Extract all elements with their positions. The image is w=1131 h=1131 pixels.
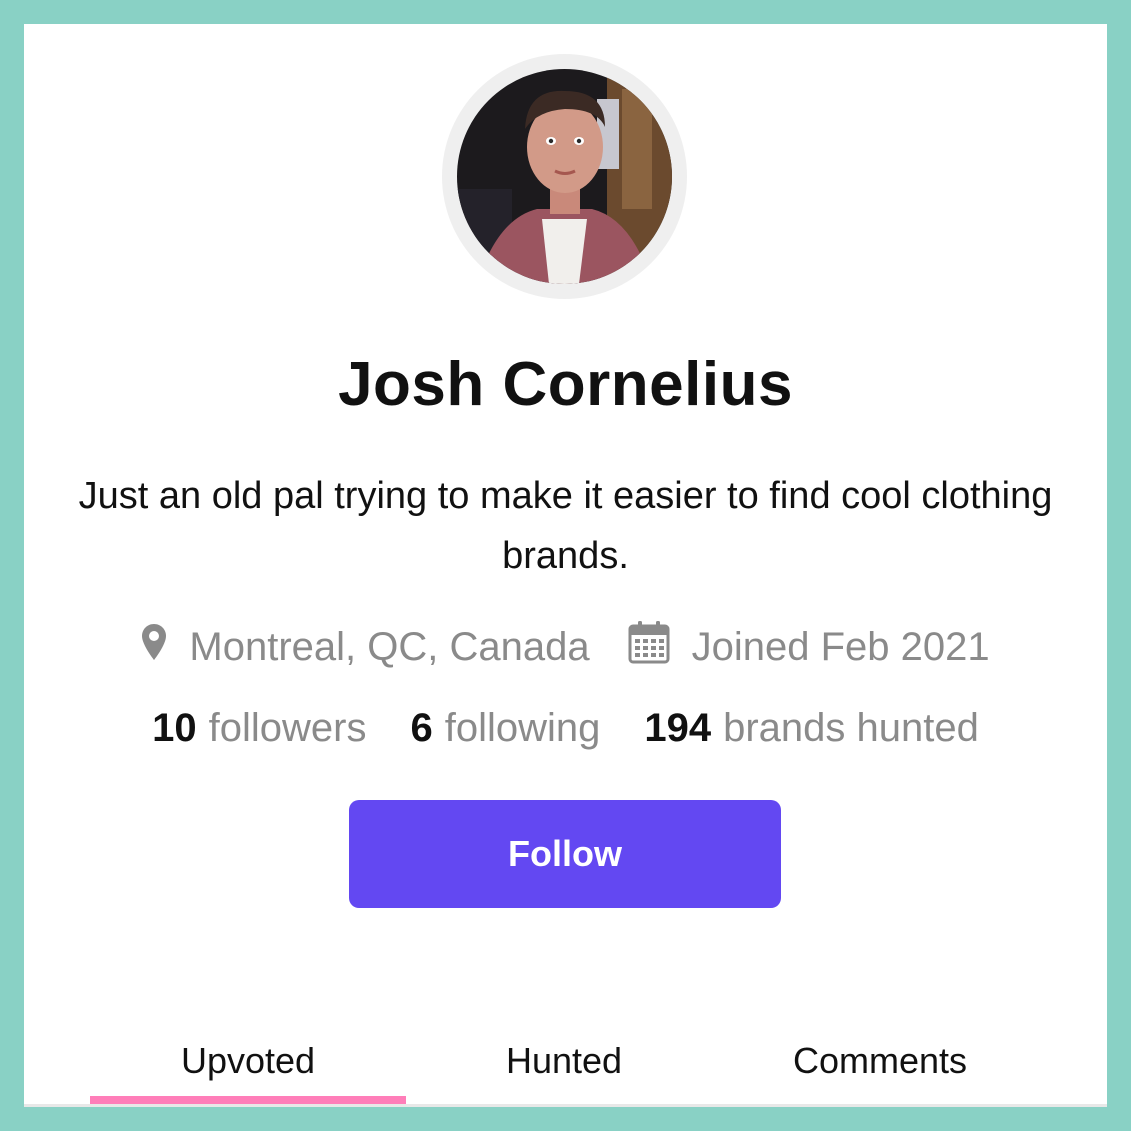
location-item: Montreal, QC, Canada (141, 623, 590, 671)
avatar[interactable] (457, 69, 672, 284)
map-pin-icon (141, 623, 167, 671)
tab-upvoted-label: Upvoted (180, 1040, 316, 1081)
profile-name: Josh Cornelius (338, 350, 793, 419)
brands-hunted-label: brands hunted (723, 706, 979, 750)
tab-hunted-label: Hunted (505, 1040, 623, 1081)
profile-tabs: Upvoted Hunted Comments (24, 1036, 1107, 1107)
followers-label: followers (208, 706, 367, 750)
profile-meta: Montreal, QC, Canada Joined Feb 2021 (24, 620, 1107, 674)
brands-hunted-count: 194 (644, 706, 712, 750)
profile-card: Josh Cornelius Just an old pal trying to… (24, 24, 1107, 1107)
followers-stat[interactable]: 10 followers (152, 706, 366, 751)
active-tab-indicator (90, 1096, 406, 1104)
joined-item: Joined Feb 2021 (628, 620, 990, 674)
following-label: following (444, 706, 601, 750)
follow-button[interactable]: Follow (349, 800, 781, 908)
tab-upvoted[interactable]: Upvoted (90, 1036, 406, 1104)
following-stat[interactable]: 6 following (410, 706, 600, 751)
calendar-icon (628, 620, 670, 674)
followers-count: 10 (152, 706, 197, 750)
avatar-ring (442, 54, 687, 299)
tab-comments[interactable]: Comments (722, 1036, 1038, 1104)
profile-bio: Just an old pal trying to make it easier… (78, 475, 1053, 577)
tab-comments-label: Comments (792, 1040, 968, 1081)
following-count: 6 (410, 706, 433, 750)
profile-stats: 10 followers 6 following 194 brands hunted (24, 706, 1107, 751)
joined-text: Joined Feb 2021 (691, 624, 990, 669)
location-text: Montreal, QC, Canada (189, 624, 590, 669)
tab-hunted[interactable]: Hunted (406, 1036, 722, 1104)
brands-hunted-stat[interactable]: 194 brands hunted (644, 706, 979, 751)
